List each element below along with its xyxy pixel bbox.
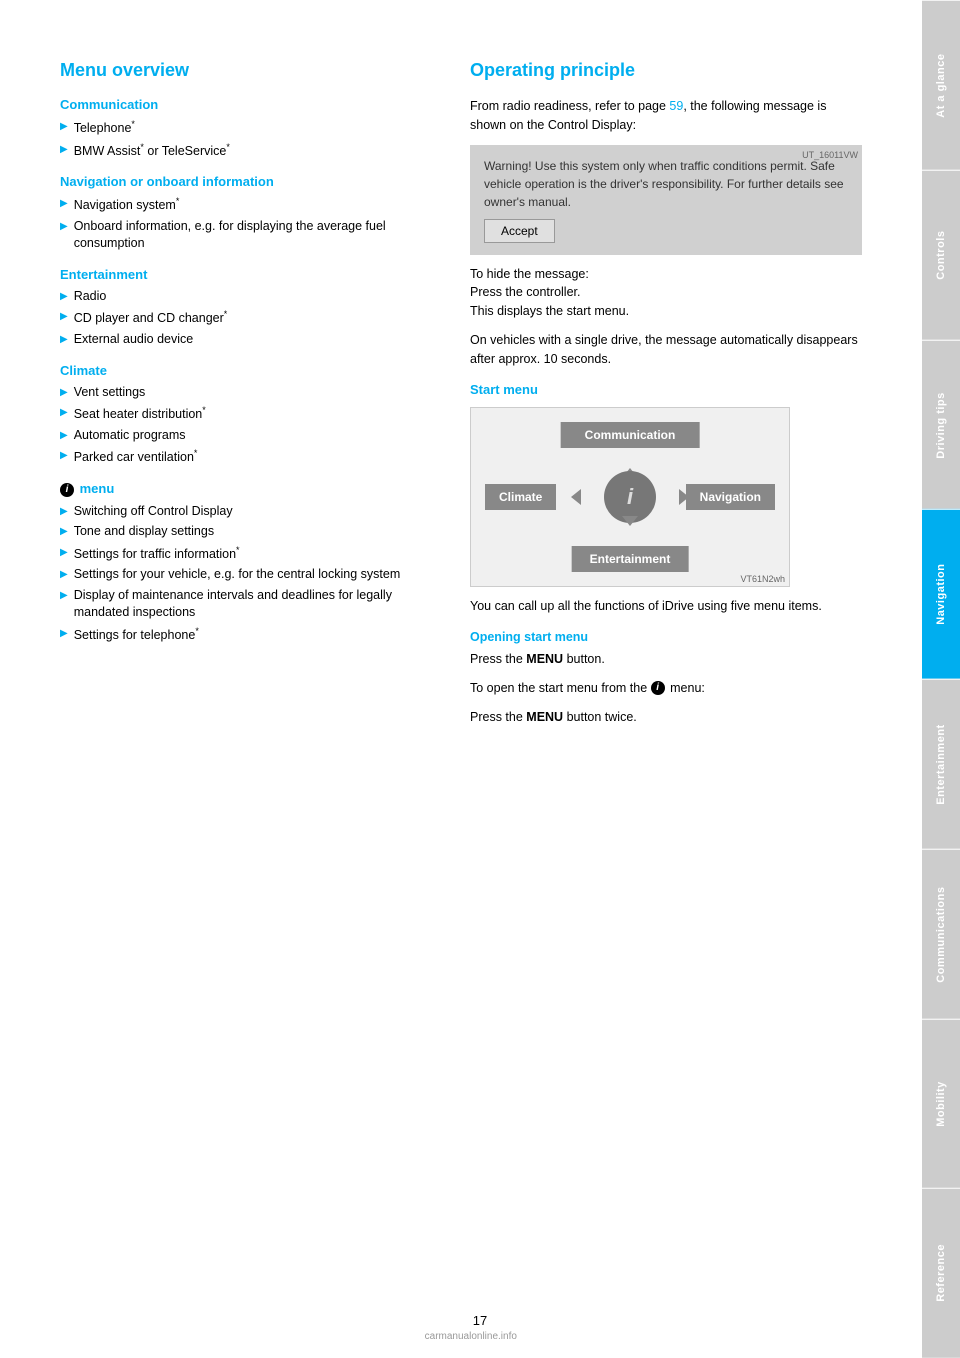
list-item: ▶ Navigation system*: [60, 195, 430, 215]
list-item: ▶ BMW Assist* or TeleService*: [60, 141, 430, 161]
arrow-icon: ▶: [60, 120, 68, 134]
arrow-icon: ▶: [60, 505, 68, 519]
warning-text: Warning! Use this system only when traff…: [484, 157, 848, 211]
list-item: ▶ External audio device: [60, 331, 430, 349]
i-icon-inline: i: [651, 681, 665, 695]
opening-start-menu-heading: Opening start menu: [470, 630, 862, 644]
tab-controls[interactable]: Controls: [922, 170, 960, 340]
tab-reference[interactable]: Reference: [922, 1188, 960, 1358]
list-item: ▶ Automatic programs: [60, 427, 430, 445]
right-column-title: Operating principle: [470, 60, 862, 81]
left-column-title: Menu overview: [60, 60, 430, 81]
arrow-icon: ▶: [60, 589, 68, 603]
idrive-text: You can call up all the functions of iDr…: [470, 597, 862, 616]
warning-box: UT_16011VW Warning! Use this system only…: [470, 145, 862, 255]
entertainment-list: ▶ Radio ▶ CD player and CD changer* ▶ Ex…: [60, 288, 430, 349]
menu-item-entertainment: Entertainment: [572, 546, 689, 572]
tab-mobility[interactable]: Mobility: [922, 1019, 960, 1189]
list-item: ▶ Telephone*: [60, 118, 430, 138]
arrow-icon: ▶: [60, 197, 68, 211]
tab-driving-tips[interactable]: Driving tips: [922, 340, 960, 510]
hide-message-text: To hide the message: Press the controlle…: [470, 265, 862, 321]
list-item: ▶ Onboard information, e.g. for displayi…: [60, 218, 430, 253]
arrow-icon: ▶: [60, 406, 68, 420]
navigation-onboard-heading: Navigation or onboard information: [60, 174, 430, 189]
tab-navigation[interactable]: Navigation: [922, 509, 960, 679]
tab-at-a-glance[interactable]: At a glance: [922, 0, 960, 170]
start-menu-heading: Start menu: [470, 382, 862, 397]
list-item: ▶ Seat heater distribution*: [60, 404, 430, 424]
arrow-icon: ▶: [60, 429, 68, 443]
tab-communications[interactable]: Communications: [922, 849, 960, 1019]
list-item: ▶ CD player and CD changer*: [60, 308, 430, 328]
i-icon: i: [60, 483, 74, 497]
arrow-icon: ▶: [60, 449, 68, 463]
i-menu-list: ▶ Switching off Control Display ▶ Tone a…: [60, 503, 430, 645]
arrow-icon: ▶: [60, 310, 68, 324]
opening-step-2: To open the start menu from the i menu:: [470, 679, 862, 698]
arrow-down-icon: [622, 516, 638, 526]
accept-button[interactable]: Accept: [484, 219, 555, 243]
page-number: 17: [473, 1313, 487, 1328]
arrow-icon: ▶: [60, 220, 68, 234]
list-item: ▶ Settings for telephone*: [60, 625, 430, 645]
side-tabs: At a glance Controls Driving tips Naviga…: [922, 0, 960, 1358]
arrow-icon: ▶: [60, 333, 68, 347]
arrow-icon: ▶: [60, 568, 68, 582]
opening-step-1: Press the MENU button.: [470, 650, 862, 669]
start-menu-diagram: Communication Climate i Navigation Enter…: [470, 407, 790, 587]
arrow-icon: ▶: [60, 290, 68, 304]
arrow-icon: ▶: [60, 546, 68, 560]
list-item: ▶ Display of maintenance intervals and d…: [60, 587, 430, 622]
list-item: ▶ Parked car ventilation*: [60, 447, 430, 467]
list-item: ▶ Settings for your vehicle, e.g. for th…: [60, 566, 430, 584]
climate-list: ▶ Vent settings ▶ Seat heater distributi…: [60, 384, 430, 467]
arrow-icon: ▶: [60, 143, 68, 157]
arrow-icon: ▶: [60, 627, 68, 641]
arrow-icon: ▶: [60, 386, 68, 400]
i-menu-heading: i menu: [60, 481, 430, 497]
arrow-icon: ▶: [60, 525, 68, 539]
image-id: UT_16011VW: [802, 149, 858, 163]
bottom-logo: carmanualonline.info: [425, 1331, 517, 1342]
list-item: ▶ Radio: [60, 288, 430, 306]
menu-item-communication: Communication: [561, 422, 700, 448]
diagram-image-id: VT61N2wh: [740, 574, 785, 584]
arrow-right-icon: [679, 489, 689, 505]
menu-item-climate: Climate: [485, 484, 556, 510]
opening-step-3: Press the MENU button twice.: [470, 708, 862, 727]
page-link[interactable]: 59: [669, 99, 683, 113]
menu-item-navigation: Navigation: [686, 484, 775, 510]
tab-entertainment[interactable]: Entertainment: [922, 679, 960, 849]
communication-list: ▶ Telephone* ▶ BMW Assist* or TeleServic…: [60, 118, 430, 160]
navigation-onboard-list: ▶ Navigation system* ▶ Onboard informati…: [60, 195, 430, 253]
communication-heading: Communication: [60, 97, 430, 112]
climate-heading: Climate: [60, 363, 430, 378]
arrow-left-icon: [571, 489, 581, 505]
list-item: ▶ Switching off Control Display: [60, 503, 430, 521]
single-drive-text: On vehicles with a single drive, the mes…: [470, 331, 862, 369]
list-item: ▶ Vent settings: [60, 384, 430, 402]
entertainment-heading: Entertainment: [60, 267, 430, 282]
intro-text: From radio readiness, refer to page 59, …: [470, 97, 862, 135]
list-item: ▶ Tone and display settings: [60, 523, 430, 541]
list-item: ▶ Settings for traffic information*: [60, 544, 430, 564]
